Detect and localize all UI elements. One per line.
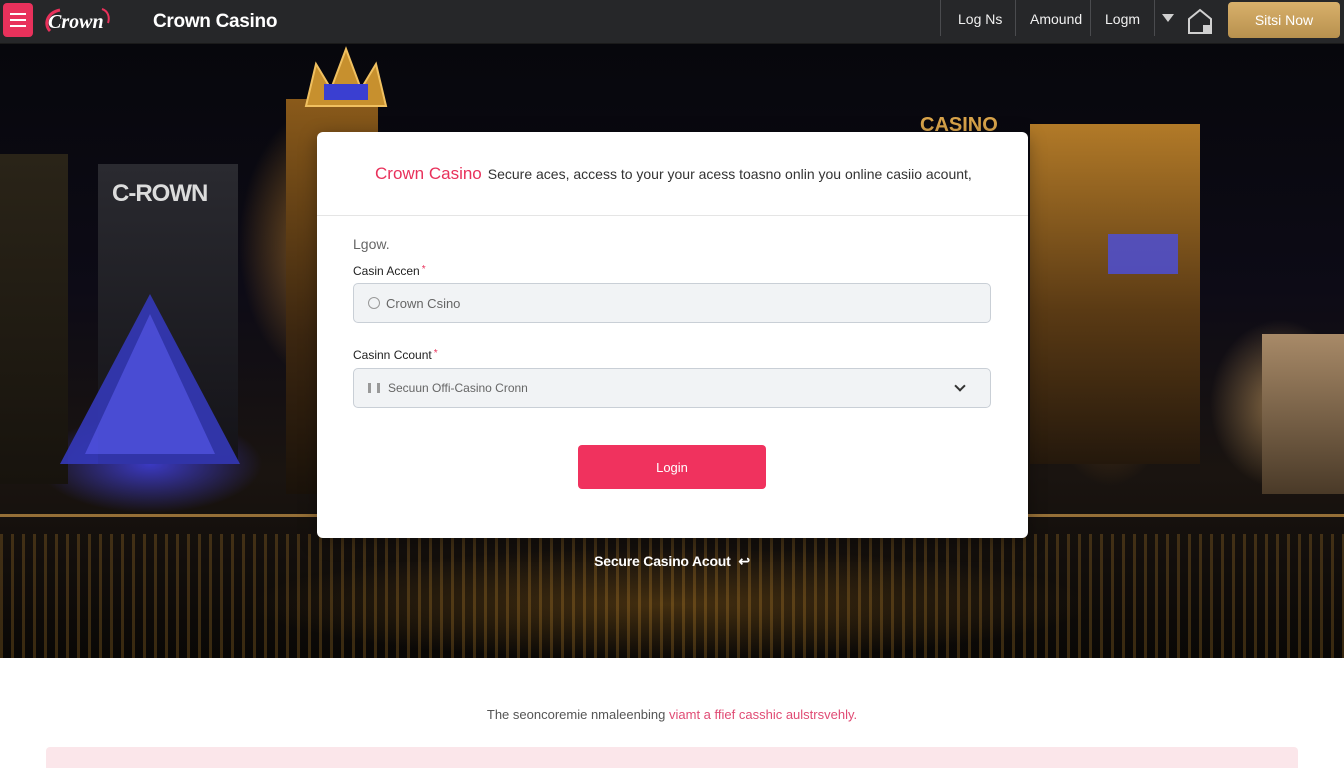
field-label-casino-account: Casin Accen * bbox=[353, 264, 426, 278]
promo-strip bbox=[46, 747, 1298, 768]
nav-link-log-ns[interactable]: Log Ns bbox=[958, 11, 1002, 27]
required-asterisk: * bbox=[421, 264, 426, 275]
card-title-brand: Crown Casino bbox=[375, 163, 482, 183]
required-asterisk: * bbox=[433, 348, 438, 359]
pyramid-building bbox=[60, 294, 240, 464]
building-sign bbox=[1108, 234, 1178, 274]
home-icon[interactable] bbox=[1186, 7, 1214, 35]
secure-note-text: Secure Casino Acout bbox=[594, 553, 731, 569]
menu-line bbox=[10, 13, 26, 15]
nav-link-login[interactable]: Logm bbox=[1105, 11, 1140, 27]
nav-divider bbox=[1154, 0, 1155, 36]
nav-divider bbox=[1015, 0, 1016, 36]
section-label: Lgow. bbox=[353, 236, 390, 252]
logo-text: Crown bbox=[48, 11, 104, 33]
field-label-text: Casin Accen bbox=[353, 264, 420, 278]
tagline-plain: The seoncoremie nmaleenbing bbox=[486, 707, 666, 722]
crown-ornament bbox=[304, 46, 388, 107]
brand-name: Crown Casino bbox=[153, 11, 278, 32]
crown-sign: C-ROWN bbox=[112, 180, 208, 207]
nav-divider bbox=[940, 0, 941, 36]
building bbox=[1030, 124, 1200, 464]
field-label-casino-count: Casinn Ccount * bbox=[353, 348, 438, 362]
sign-up-now-button[interactable]: Sitsi Now bbox=[1228, 2, 1340, 38]
crown-logo[interactable]: Crown bbox=[42, 5, 114, 37]
account-icon bbox=[368, 297, 380, 309]
menu-line bbox=[10, 25, 26, 27]
menu-line bbox=[10, 19, 26, 21]
hamburger-menu-button[interactable] bbox=[3, 3, 33, 37]
check-icon: ↩ bbox=[738, 553, 750, 569]
casino-account-value: Crown Csino bbox=[386, 295, 461, 311]
secure-account-note[interactable]: Secure Casino Acout ↩ bbox=[0, 553, 1344, 570]
nav-divider bbox=[1090, 0, 1091, 36]
login-card: Crown Casino Secure aces, access to your… bbox=[317, 132, 1028, 538]
list-icon bbox=[368, 383, 380, 393]
login-button[interactable]: Login bbox=[578, 445, 766, 489]
tagline-accent: viamt a ffief casshic aulstrsvehly. bbox=[669, 707, 858, 722]
chevron-down-icon[interactable] bbox=[954, 380, 966, 392]
card-header: Crown Casino Secure aces, access to your… bbox=[317, 132, 1028, 216]
top-bar: Crown Crown Casino Log Ns Amound Logm Si… bbox=[0, 0, 1344, 44]
building bbox=[1262, 334, 1344, 494]
field-label-text: Casinn Ccount bbox=[353, 348, 432, 362]
card-title-text: Secure aces, access to your your acess t… bbox=[487, 165, 972, 182]
footer-tagline: The seoncoremie nmaleenbing viamt a ffie… bbox=[0, 707, 1344, 722]
nav-link-amound[interactable]: Amound bbox=[1030, 11, 1082, 27]
casino-select[interactable]: Secuun Offi-Casino Cronn bbox=[353, 368, 991, 408]
casino-account-input[interactable]: Crown Csino bbox=[353, 283, 991, 323]
casino-select-value: Secuun Offi-Casino Cronn bbox=[388, 381, 528, 395]
chevron-down-icon[interactable] bbox=[1162, 14, 1174, 22]
